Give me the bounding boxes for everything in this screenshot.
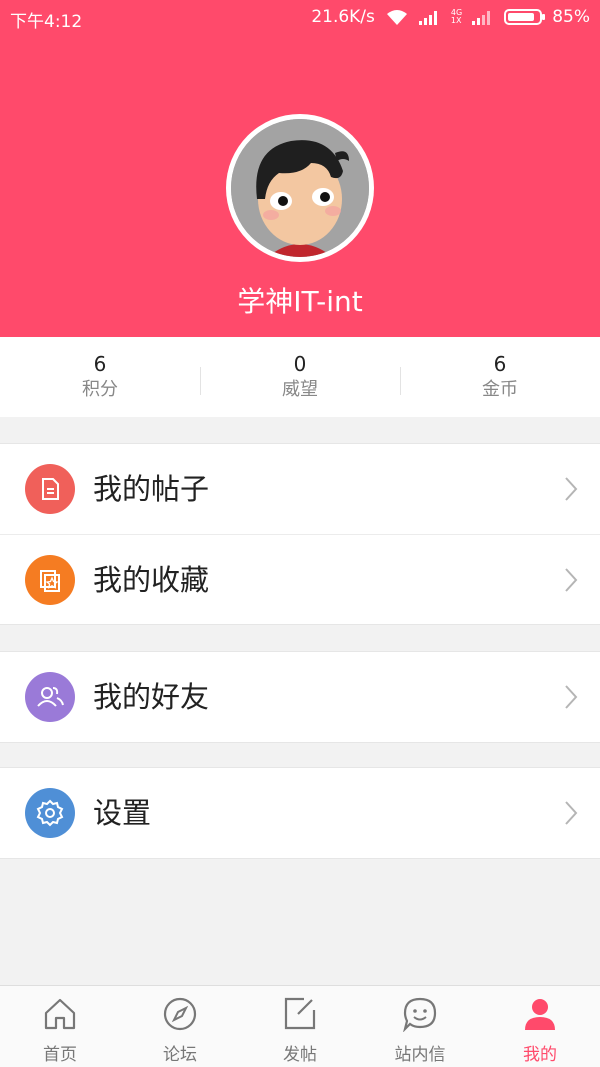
menu-group-friends: 我的好友 [0, 651, 600, 743]
signal-icon [418, 11, 437, 25]
home-icon [44, 998, 76, 1030]
avatar[interactable] [226, 114, 374, 262]
tab-label: 首页 [43, 1045, 77, 1065]
friends-icon [25, 672, 75, 722]
menu-item-settings[interactable]: 设置 [0, 768, 600, 858]
status-time: 下午4:12 [10, 12, 83, 32]
menu-group-posts: 我的帖子 我的收藏 [0, 443, 600, 625]
chat-icon [403, 997, 437, 1032]
compose-icon [284, 997, 316, 1030]
menu-label: 我的帖子 [93, 472, 210, 506]
chevron-right-icon [565, 685, 578, 709]
status-right: 21.6K/s 4G 1X 85% [311, 7, 590, 27]
signal-icon-2 [472, 11, 491, 25]
settings-icon [25, 788, 75, 838]
chevron-right-icon [565, 568, 578, 592]
compass-icon [163, 997, 197, 1031]
menu-label: 我的好友 [93, 680, 210, 714]
tab-label: 站内信 [394, 1045, 446, 1065]
battery-icon [504, 9, 546, 25]
favorites-icon [25, 555, 75, 605]
battery-percent: 85% [552, 7, 590, 27]
menu-label: 设置 [93, 796, 152, 830]
tab-post[interactable]: 发帖 [240, 986, 360, 1067]
menu-item-my-friends[interactable]: 我的好友 [0, 652, 600, 742]
tab-bar: 首页 论坛 发帖 站内信 我的 [0, 985, 600, 1067]
stat-prestige[interactable]: 0 威望 [200, 337, 400, 417]
stat-label: 积分 [82, 379, 118, 400]
menu-label: 我的收藏 [93, 563, 210, 597]
document-icon [25, 464, 75, 514]
tab-messages[interactable]: 站内信 [360, 986, 480, 1067]
user-icon [525, 999, 555, 1030]
menu-item-my-posts[interactable]: 我的帖子 [0, 444, 600, 534]
stat-points[interactable]: 6 积分 [0, 337, 200, 417]
stat-value: 6 [93, 352, 107, 376]
stats-bar: 6 积分 0 威望 6 金币 [0, 337, 600, 417]
tab-label: 我的 [523, 1045, 557, 1065]
stat-label: 威望 [282, 379, 318, 400]
status-bar: 下午4:12 21.6K/s 4G 1X 85% [0, 0, 600, 34]
tab-mine[interactable]: 我的 [480, 986, 600, 1067]
avatar-cartoon [231, 119, 369, 257]
chevron-right-icon [565, 801, 578, 825]
network-speed: 21.6K/s [311, 7, 375, 27]
wifi-icon [386, 10, 407, 25]
tab-label: 论坛 [163, 1045, 197, 1065]
tab-home[interactable]: 首页 [0, 986, 120, 1067]
network-type: 4G 1X [450, 8, 463, 25]
stat-value: 0 [293, 352, 307, 376]
tab-label: 发帖 [283, 1045, 317, 1065]
stat-coins[interactable]: 6 金币 [400, 337, 600, 417]
menu-item-my-favorites[interactable]: 我的收藏 [0, 534, 600, 624]
stat-value: 6 [493, 352, 507, 376]
chevron-right-icon [565, 477, 578, 501]
profile-header: 下午4:12 21.6K/s 4G 1X 85% 学神IT-int [0, 0, 600, 337]
stat-label: 金币 [482, 379, 518, 400]
menu-group-settings: 设置 [0, 767, 600, 859]
username: 学神IT-int [237, 285, 363, 318]
tab-forum[interactable]: 论坛 [120, 986, 240, 1067]
